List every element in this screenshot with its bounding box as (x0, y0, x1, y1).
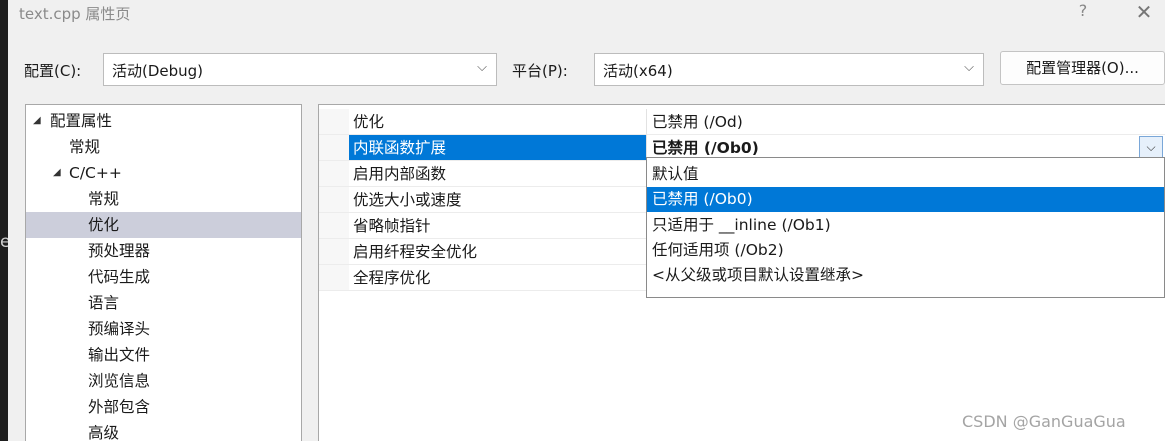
tree-item-label: 输出文件 (88, 346, 151, 364)
tree-item-label: 配置属性 (50, 112, 113, 130)
config-manager-button[interactable]: 配置管理器(O)... (1000, 51, 1165, 85)
tree-item-label: C/C++ (69, 164, 122, 182)
dropdown-toggle-button[interactable]: ⌵ (1139, 136, 1163, 158)
tree-item-code-generation[interactable]: 代码生成 (26, 264, 301, 290)
property-name: 优化 (349, 109, 647, 135)
tree-item-label: 预编译头 (88, 320, 151, 338)
tree-item-label: 优化 (88, 216, 120, 234)
tree-item-config-properties[interactable]: ◢ 配置属性 (26, 108, 301, 134)
help-button[interactable]: ? (1068, 1, 1098, 25)
tree-item-preprocessor[interactable]: 预处理器 (26, 238, 301, 264)
chevron-down-icon: ⌵ (477, 60, 487, 75)
platform-label: 平台(P): (512, 62, 568, 80)
row-gutter (319, 135, 349, 161)
property-name: 内联函数扩展 (349, 135, 647, 161)
row-gutter (319, 265, 349, 291)
property-tree: ◢ 配置属性 常规 ◢ C/C++ 常规 优化 预处理器 代码生成 语言 预编译… (25, 104, 302, 441)
tree-item-optimization[interactable]: 优化 (26, 212, 301, 238)
tree-item-c-cpp[interactable]: ◢ C/C++ (26, 160, 301, 186)
property-value[interactable]: 已禁用 (/Od) (647, 109, 1165, 135)
dropdown-option-disabled-ob0[interactable]: 已禁用 (/Ob0) (647, 187, 1164, 212)
dropdown-option-any-suitable-ob2[interactable]: 任何适用项 (/Ob2) (647, 238, 1164, 263)
dropdown-option-default[interactable]: 默认值 (647, 162, 1164, 187)
config-value: 活动(Debug) (112, 62, 204, 80)
tree-item-label: 外部包含 (88, 398, 151, 416)
tree-item-label: 语言 (88, 294, 120, 312)
tree-item-general[interactable]: 常规 (26, 134, 301, 160)
tree-item-external-includes[interactable]: 外部包含 (26, 394, 301, 420)
config-label: 配置(C): (24, 62, 82, 80)
property-name: 启用纤程安全优化 (349, 239, 647, 265)
property-pages-dialog: text.cpp 属性页 ? ✕ 配置(C): 活动(Debug) ⌵ 平台(P… (8, 0, 1165, 441)
row-gutter (319, 187, 349, 213)
tree-item-cpp-general[interactable]: 常规 (26, 186, 301, 212)
tree-item-label: 代码生成 (88, 268, 151, 286)
dropdown-option-inline-only-ob1[interactable]: 只适用于 __inline (/Ob1) (647, 213, 1164, 238)
platform-combobox[interactable]: 活动(x64) ⌵ (594, 53, 984, 86)
chevron-down-icon: ⌵ (964, 60, 974, 75)
row-gutter (319, 239, 349, 265)
property-name: 启用内部函数 (349, 161, 647, 187)
tree-item-label: 常规 (69, 138, 101, 156)
config-combobox[interactable]: 活动(Debug) ⌵ (103, 53, 497, 86)
tree-item-browse-information[interactable]: 浏览信息 (26, 368, 301, 394)
grid-row-optimization[interactable]: 优化 已禁用 (/Od) (319, 109, 1165, 135)
property-name: 全程序优化 (349, 265, 647, 291)
watermark: CSDN @GanGuaGua (962, 412, 1126, 431)
row-gutter (319, 213, 349, 239)
close-button[interactable]: ✕ (1126, 0, 1162, 26)
row-gutter (319, 109, 349, 135)
title-bar: text.cpp 属性页 ? ✕ (8, 0, 1165, 32)
window-title: text.cpp 属性页 (19, 5, 131, 23)
tree-item-label: 浏览信息 (88, 372, 151, 390)
tree-item-label: 高级 (88, 424, 120, 441)
tree-item-language[interactable]: 语言 (26, 290, 301, 316)
tree-item-label: 常规 (88, 190, 120, 208)
tree-item-label: 预处理器 (88, 242, 151, 260)
expanded-arrow-icon[interactable]: ◢ (33, 108, 41, 134)
tree-item-precompiled-headers[interactable]: 预编译头 (26, 316, 301, 342)
platform-value: 活动(x64) (603, 62, 673, 80)
inline-expansion-dropdown-list: 默认值 已禁用 (/Ob0) 只适用于 __inline (/Ob1) 任何适用… (646, 157, 1165, 298)
tree-item-output-files[interactable]: 输出文件 (26, 342, 301, 368)
property-name: 省略帧指针 (349, 213, 647, 239)
expanded-arrow-icon[interactable]: ◢ (53, 160, 61, 186)
row-gutter (319, 161, 349, 187)
tree-item-advanced[interactable]: 高级 (26, 420, 301, 441)
dropdown-option-inherit[interactable]: <从父级或项目默认设置继承> (647, 263, 1164, 288)
property-name: 优选大小或速度 (349, 187, 647, 213)
